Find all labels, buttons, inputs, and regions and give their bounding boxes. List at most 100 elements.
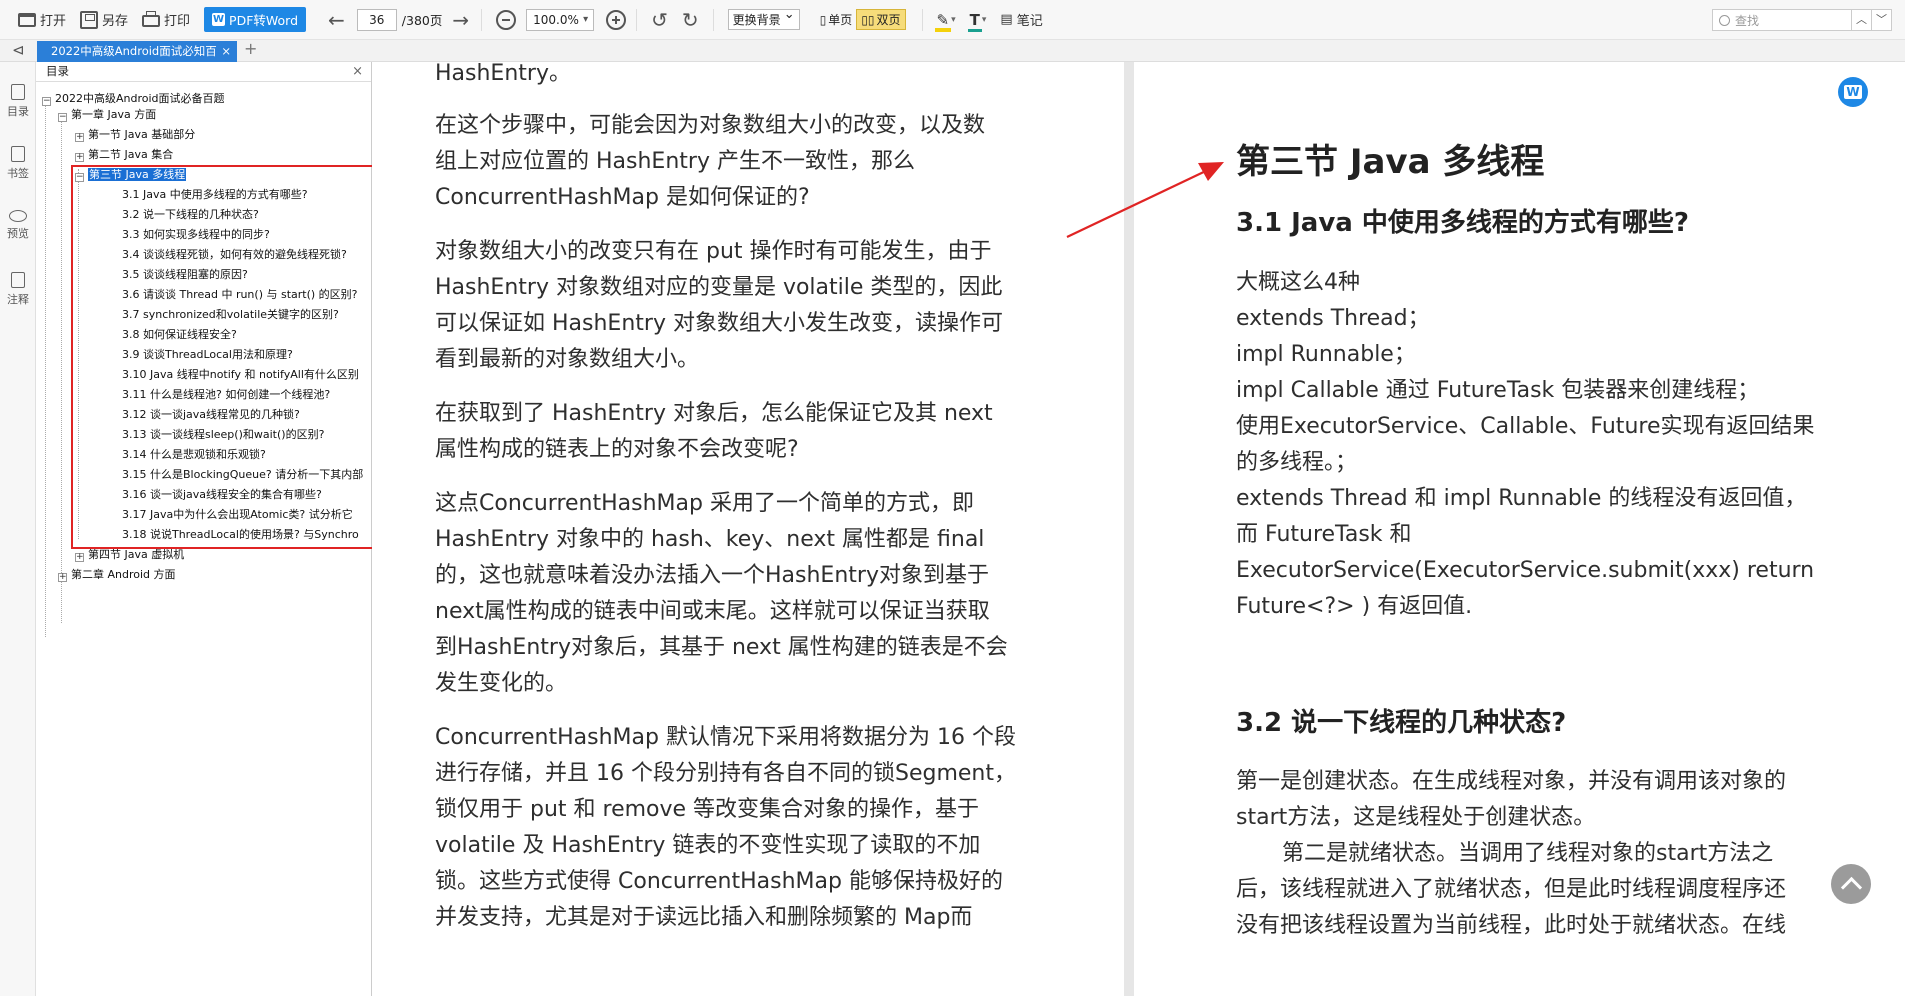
double-page-icon: ▯▯ <box>861 12 875 27</box>
tree-item[interactable]: 3.4 谈谈线程死锁，如何有效的避免线程死锁? <box>122 247 347 263</box>
page-total: /380页 <box>401 13 443 28</box>
pdf-to-word-button[interactable]: W PDF转Word <box>204 7 307 32</box>
tree-item[interactable]: + 第二章 Android 方面 <box>58 567 176 583</box>
word-convert-float-button[interactable]: W <box>1838 77 1868 107</box>
expand-icon[interactable]: + <box>75 153 84 162</box>
collapse-icon[interactable]: − <box>42 97 51 106</box>
zoom-in-icon[interactable] <box>606 9 627 30</box>
search-icon <box>1719 14 1730 26</box>
expand-icon[interactable]: + <box>75 133 84 142</box>
tree-item[interactable]: 3.17 Java中为什么会出现Atomic类? 试分析它 <box>122 507 370 523</box>
paragraph: HashEntry。 <box>435 62 571 86</box>
text-color-icon[interactable]: T <box>967 11 982 32</box>
page-number-input[interactable]: 36 <box>356 8 397 31</box>
single-page-label: 单页 <box>828 13 853 27</box>
previous-page-icon[interactable]: ← <box>328 10 345 30</box>
chevron-down-icon[interactable]: ﹀ <box>1871 10 1891 30</box>
folder-icon <box>18 12 36 27</box>
save-as-label: 另存 <box>102 14 129 29</box>
paragraph: 大概这么4种 extends Thread； impl Runnable； im… <box>1236 270 1815 619</box>
tree-item[interactable]: 3.15 什么是BlockingQueue? 请分析一下其内部 <box>122 467 370 483</box>
double-page-button[interactable]: ▯▯ 双页 <box>856 9 906 30</box>
annotation-arrow <box>1066 162 1224 238</box>
scroll-to-top-button[interactable] <box>1831 864 1871 904</box>
chevron-up-icon[interactable]: ︿ <box>1851 10 1871 30</box>
separator <box>921 8 923 31</box>
rotate-left-icon[interactable]: ↺ <box>651 8 668 32</box>
rail-label: 注释 <box>7 293 29 306</box>
tree-item[interactable]: 3.14 什么是悲观锁和乐观锁? <box>122 447 266 463</box>
tree-item[interactable]: + 第二节 Java 集合 <box>75 147 173 163</box>
tree-item[interactable]: 3.5 谈谈线程阻塞的原因? <box>122 267 248 283</box>
chevron-down-icon[interactable]: ▾ <box>951 15 956 25</box>
tree-item[interactable]: 3.1 Java 中使用多线程的方式有哪些? <box>122 187 308 203</box>
search-box[interactable]: 查找 ︿ ﹀ <box>1712 9 1892 31</box>
rotate-right-icon[interactable]: ↻ <box>682 8 699 32</box>
document-tab[interactable]: 2022中高级Android面试必知百 × <box>37 41 237 62</box>
rail-item-annotations[interactable]: 注释 <box>0 272 36 307</box>
tree-item[interactable]: 3.8 如何保证线程安全? <box>122 327 237 343</box>
next-page-icon[interactable]: → <box>452 10 469 30</box>
tree-item[interactable]: 3.9 谈谈ThreadLocal用法和原理? <box>122 347 293 363</box>
close-tab-icon[interactable]: × <box>221 41 231 62</box>
tree-item[interactable]: 3.10 Java 线程中notify 和 notifyAll有什么区别 <box>122 367 370 383</box>
paragraph: 对象数组大小的改变只有在 put 操作时有可能发生，由于 HashEntry 对… <box>435 239 1003 372</box>
collapse-icon[interactable]: − <box>75 173 84 182</box>
zoom-select[interactable]: 100.0% <box>526 8 595 31</box>
change-background-button[interactable]: 更换背景 <box>727 7 800 30</box>
paragraph: 在这个步骤中，可能会因为对象数组大小的改变，以及数 组上对应位置的 HashEn… <box>435 113 986 210</box>
tree-item[interactable]: + 第一节 Java 基础部分 <box>75 127 195 143</box>
tree-item[interactable]: 3.13 谈一谈线程sleep()和wait()的区别? <box>122 427 324 443</box>
separator <box>481 8 483 31</box>
page-right: 第三节 Java 多线程 3.1 Java 中使用多线程的方式有哪些? 大概这么… <box>1134 62 1905 996</box>
outline-icon <box>11 84 25 100</box>
print-button[interactable]: 打印 <box>142 10 190 29</box>
tree-item-selected[interactable]: − 第三节 Java 多线程 <box>75 167 187 183</box>
paragraph: 第一是创建状态。在生成线程对象，并没有调用该对象的 start方法，这是线程处于… <box>1236 769 1787 938</box>
printer-icon <box>142 11 161 27</box>
highlighter-icon[interactable]: ✎ <box>934 11 951 32</box>
tree-item[interactable]: 3.3 如何实现多线程中的同步? <box>122 227 270 243</box>
tree-item[interactable]: + 第四节 Java 虚拟机 <box>75 547 184 563</box>
rail-item-preview[interactable]: 预览 <box>0 210 36 241</box>
open-label: 打开 <box>40 14 67 29</box>
tree-item[interactable]: 3.11 什么是线程池? 如何创建一个线程池? <box>122 387 330 403</box>
tab-bar: ⊲ 2022中高级Android面试必知百 × + <box>0 39 1905 62</box>
chevron-down-icon[interactable]: ▾ <box>982 15 987 25</box>
outline-title: 目录 <box>46 64 69 78</box>
rail-label: 书签 <box>7 167 29 180</box>
question-heading: 3.1 Java 中使用多线程的方式有哪些? <box>1236 208 1689 238</box>
tree-item[interactable]: 3.18 说说ThreadLocal的使用场景? 与Synchro <box>122 527 370 543</box>
save-as-button[interactable]: 另存 <box>80 10 128 29</box>
tree-item[interactable]: 3.2 说一下线程的几种状态? <box>122 207 259 223</box>
notes-button[interactable]: ▤ 笔记 <box>1000 10 1042 29</box>
outline-header: 目录 × <box>36 62 371 82</box>
collapse-panel-icon[interactable]: ⊲ <box>12 41 25 59</box>
collapse-icon[interactable]: − <box>58 113 67 122</box>
notes-label: 笔记 <box>1016 14 1043 29</box>
rail-label: 目录 <box>7 105 29 118</box>
document-tab-title: 2022中高级Android面试必知百 <box>51 44 217 58</box>
add-tab-icon[interactable]: + <box>244 39 257 58</box>
rail-item-bookmarks[interactable]: 书签 <box>0 146 36 181</box>
close-outline-icon[interactable]: × <box>352 62 363 81</box>
tree-item[interactable]: 3.16 谈一谈java线程安全的集合有哪些? <box>122 487 322 503</box>
zoom-out-icon[interactable] <box>496 9 517 30</box>
note-icon: ▤ <box>1000 12 1013 27</box>
tree-item[interactable]: −2022中高级Android面试必备百题 <box>42 91 225 107</box>
tree-item[interactable]: 3.6 请谈谈 Thread 中 run() 与 start() 的区别? <box>122 287 358 303</box>
search-input[interactable]: 查找 <box>1735 12 1851 29</box>
tree-item[interactable]: 3.7 synchronized和volatile关键字的区别? <box>122 307 339 323</box>
expand-icon[interactable]: + <box>75 553 84 562</box>
tree-item[interactable]: − 第一章 Java 方面 <box>58 107 156 123</box>
double-page-label: 双页 <box>876 13 901 27</box>
rail-item-outline[interactable]: 目录 <box>0 84 36 119</box>
tree-connector <box>45 99 46 637</box>
page-left: HashEntry。 在这个步骤中，可能会因为对象数组大小的改变，以及数 组上对… <box>372 62 1124 996</box>
open-button[interactable]: 打开 <box>18 10 66 29</box>
separator <box>712 8 714 31</box>
single-page-button[interactable]: ▯ 单页 <box>816 10 857 29</box>
tree-item[interactable]: 3.12 谈一谈java线程常见的几种锁? <box>122 407 300 423</box>
main-toolbar: 打开 另存 打印 W PDF转Word ← 36 /380页 → 100.0% … <box>0 0 1905 40</box>
expand-icon[interactable]: + <box>58 573 67 582</box>
